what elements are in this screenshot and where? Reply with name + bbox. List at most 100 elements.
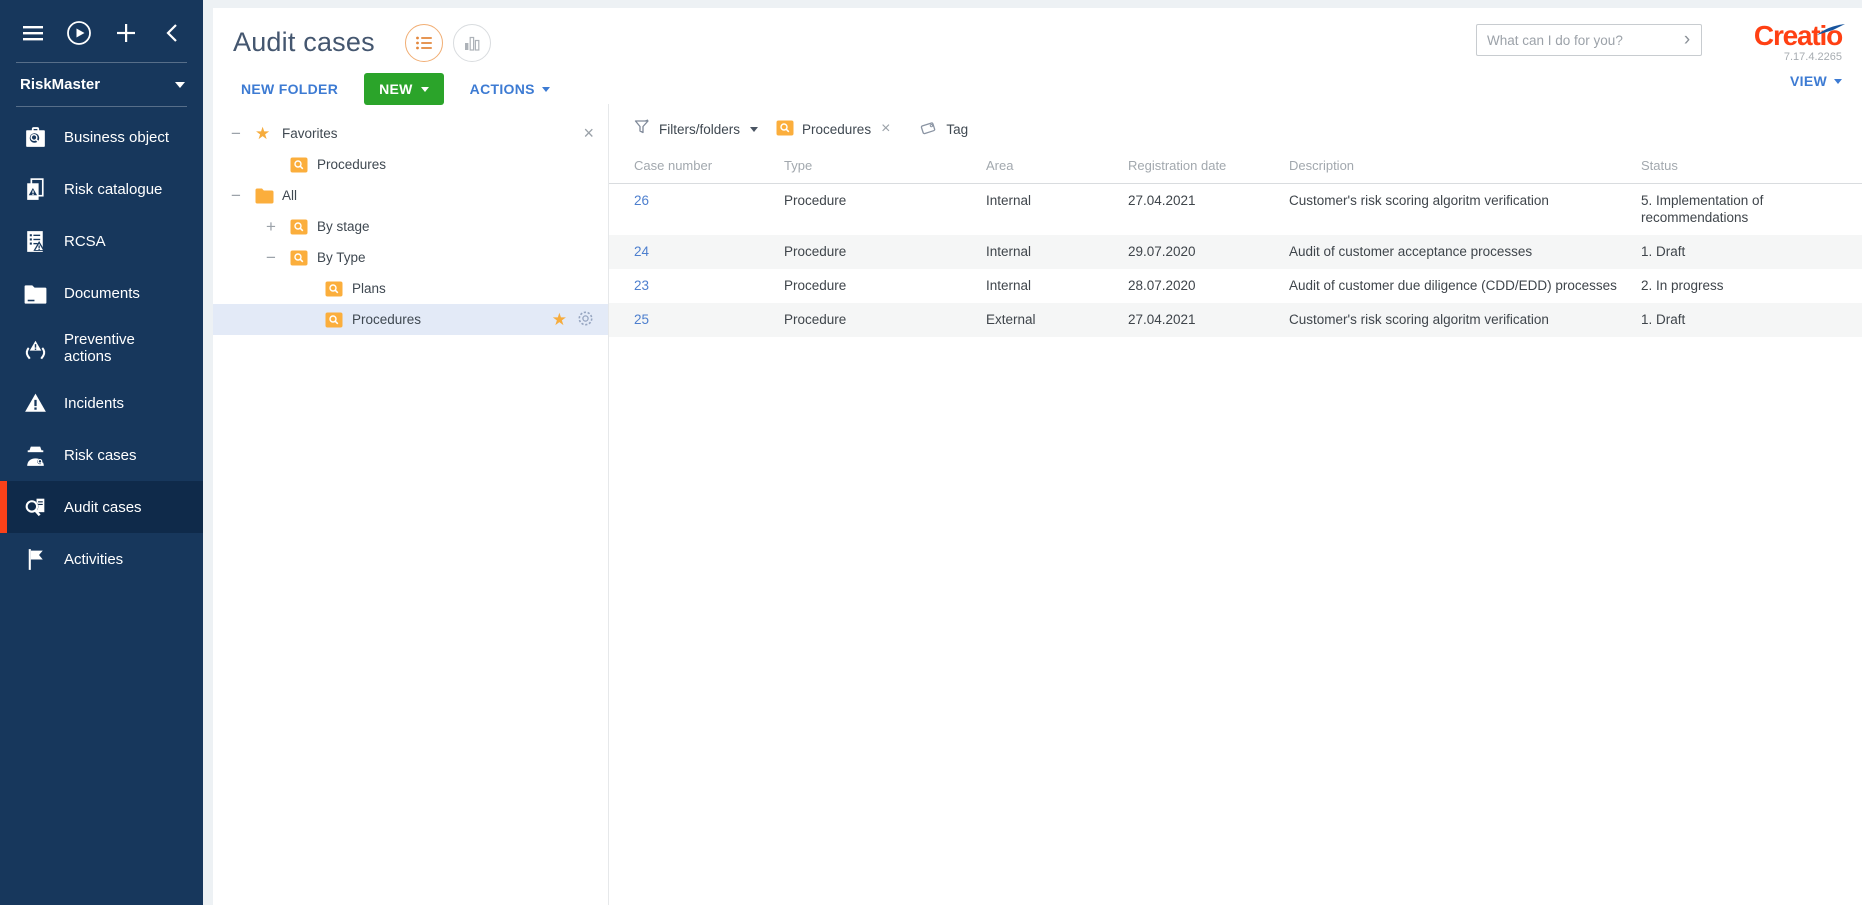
active-folder-label: Procedures (802, 122, 871, 137)
column-header-case-number[interactable]: Case number (609, 158, 784, 173)
column-header-registration-date[interactable]: Registration date (1128, 158, 1289, 173)
sidebar-item-documents[interactable]: Documents (0, 267, 203, 319)
sidebar-item-label: Activities (64, 551, 123, 568)
case-number-link[interactable]: 23 (609, 277, 784, 294)
active-folder-chip[interactable]: Procedures × (776, 120, 890, 139)
folder-search-icon (325, 312, 352, 328)
app-version: 7.17.4.2265 (1724, 51, 1842, 63)
audit-cases-icon (19, 494, 51, 521)
table-row[interactable]: 23 Procedure Internal 28.07.2020 Audit o… (609, 269, 1862, 303)
logo-arrow-icon (1816, 13, 1846, 41)
sidebar-divider (16, 106, 187, 107)
tag-filter[interactable]: Tag (920, 120, 968, 139)
sidebar-item-incidents[interactable]: Incidents (0, 377, 203, 429)
grid-pane: Filters/folders Procedures × Tag (609, 104, 1862, 905)
tree-node-by-type[interactable]: − By Type (213, 242, 608, 273)
cell-status: 2. In progress (1641, 277, 1862, 294)
collapse-sidebar-icon[interactable] (157, 18, 187, 48)
cell-description: Customer's risk scoring algoritm verific… (1289, 311, 1641, 328)
hamburger-menu-icon[interactable] (18, 18, 48, 48)
add-icon[interactable] (111, 18, 141, 48)
new-folder-button[interactable]: NEW FOLDER (241, 81, 338, 97)
cell-status: 1. Draft (1641, 311, 1862, 328)
incidents-icon (19, 390, 51, 417)
cell-description: Customer's risk scoring algoritm verific… (1289, 192, 1641, 209)
process-run-icon[interactable] (64, 18, 94, 48)
rcsa-icon (19, 228, 51, 255)
tree-node-procedures[interactable]: Procedures ★ (213, 304, 608, 335)
case-number-link[interactable]: 24 (609, 243, 784, 260)
sidebar-item-preventive-actions[interactable]: Preventive actions (0, 319, 203, 377)
sidebar-item-label: RCSA (64, 233, 106, 250)
sidebar-item-audit-cases[interactable]: Audit cases (0, 481, 203, 533)
close-tree-icon[interactable]: × (583, 123, 608, 144)
view-button[interactable]: VIEW (1790, 73, 1842, 89)
creatio-logo: Creatio (1754, 22, 1842, 50)
table-row[interactable]: 24 Procedure Internal 29.07.2020 Audit o… (609, 235, 1862, 269)
table-row[interactable]: 25 Procedure External 27.04.2021 Custome… (609, 303, 1862, 337)
documents-icon (19, 280, 51, 307)
column-header-description[interactable]: Description (1289, 158, 1641, 173)
chevron-down-icon (542, 87, 550, 92)
sidebar-item-label: Documents (64, 285, 140, 302)
table-row[interactable]: 26 Procedure Internal 27.04.2021 Custome… (609, 184, 1862, 235)
workspace-selector[interactable]: RiskMaster (0, 63, 203, 106)
sidebar-item-business-object[interactable]: Business object (0, 111, 203, 163)
risk-cases-icon (19, 442, 51, 469)
logo-block: Creatio 7.17.4.2265 (1724, 22, 1844, 63)
sidebar-item-activities[interactable]: Activities (0, 533, 203, 585)
sidebar: RiskMaster Business object Risk catalogu… (0, 0, 203, 905)
search-go-icon[interactable]: › (1673, 26, 1701, 54)
folder-search-icon (325, 281, 352, 297)
collapse-icon[interactable]: − (231, 187, 255, 204)
tree-node-procedures-favorite[interactable]: Procedures (213, 149, 608, 180)
preventive-actions-icon (19, 335, 51, 362)
risk-catalogue-icon (19, 176, 51, 203)
folder-settings-gear-icon[interactable] (577, 310, 594, 330)
cell-area: Internal (986, 243, 1128, 260)
folder-search-icon (776, 120, 794, 139)
tree-node-by-stage[interactable]: + By stage (213, 211, 608, 242)
star-icon: ★ (255, 125, 282, 142)
activities-icon (19, 546, 51, 573)
filters-folders-dropdown[interactable]: Filters/folders (634, 119, 758, 139)
actions-button[interactable]: ACTIONS (470, 81, 550, 97)
sidebar-item-label: Preventive actions (64, 331, 182, 365)
cell-area: Internal (986, 277, 1128, 294)
tree-node-all[interactable]: − All (213, 180, 608, 211)
expand-icon[interactable]: + (266, 218, 290, 235)
tree-node-plans[interactable]: Plans (213, 273, 608, 304)
collapse-icon[interactable]: − (266, 249, 290, 266)
list-view-button[interactable] (405, 24, 443, 62)
main-panel: Audit cases › Creatio (213, 8, 1862, 905)
favorite-star-icon[interactable]: ★ (552, 310, 567, 330)
column-header-status[interactable]: Status (1641, 158, 1862, 173)
tree-node-favorites[interactable]: − ★ Favorites × (213, 118, 608, 149)
cell-type: Procedure (784, 192, 986, 209)
chart-view-button[interactable] (453, 24, 491, 62)
filter-bar: Filters/folders Procedures × Tag (609, 114, 1862, 144)
column-header-type[interactable]: Type (784, 158, 986, 173)
audit-cases-table: Case number Type Area Registration date … (609, 158, 1862, 337)
remove-folder-filter-icon[interactable]: × (881, 120, 890, 138)
sidebar-item-label: Risk cases (64, 447, 137, 464)
case-number-link[interactable]: 26 (609, 192, 784, 209)
sidebar-item-risk-cases[interactable]: Risk cases (0, 429, 203, 481)
cell-description: Audit of customer due diligence (CDD/EDD… (1289, 277, 1641, 294)
column-header-area[interactable]: Area (986, 158, 1128, 173)
business-object-icon (19, 124, 51, 151)
cell-status: 5. Implementation of recommendations (1641, 192, 1862, 226)
search-input[interactable] (1477, 33, 1673, 48)
cell-registration-date: 27.04.2021 (1128, 311, 1289, 328)
case-number-link[interactable]: 25 (609, 311, 784, 328)
tree-node-label: All (282, 188, 297, 203)
folder-search-icon (290, 157, 317, 173)
command-line: › (1476, 24, 1702, 56)
collapse-icon[interactable]: − (231, 125, 255, 142)
new-button[interactable]: NEW (364, 73, 444, 105)
table-header-row: Case number Type Area Registration date … (609, 158, 1862, 184)
folder-search-icon (290, 250, 317, 266)
chevron-down-icon (175, 82, 185, 88)
sidebar-item-risk-catalogue[interactable]: Risk catalogue (0, 163, 203, 215)
sidebar-item-rcsa[interactable]: RCSA (0, 215, 203, 267)
